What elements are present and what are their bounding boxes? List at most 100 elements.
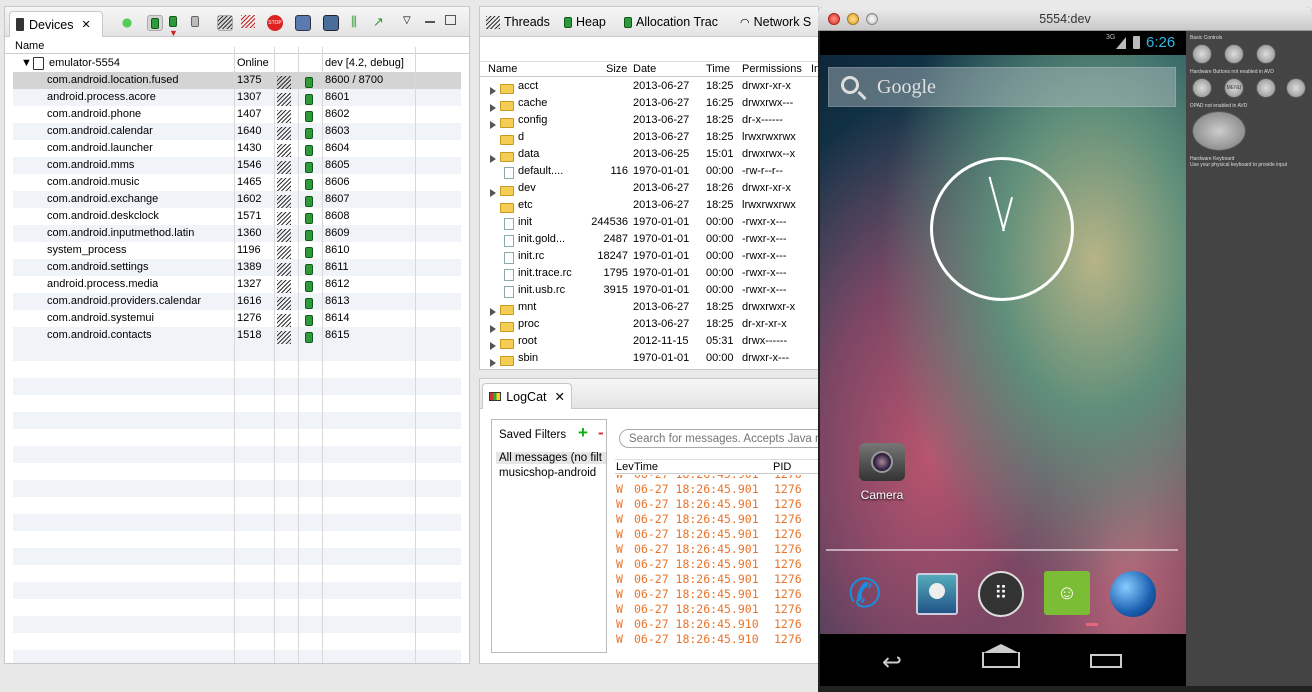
recents-icon[interactable] — [1090, 654, 1122, 668]
tab-heap[interactable]: Heap — [564, 15, 606, 29]
minimize-window-button[interactable] — [847, 13, 859, 25]
file-row[interactable]: dev 2013-06-27 18:26 drwxr-xr-x — [486, 180, 818, 198]
process-row[interactable]: com.android.music 1465 8606 — [13, 174, 461, 191]
process-row[interactable]: com.android.mms 1546 8605 — [13, 157, 461, 174]
dock-messaging-icon[interactable]: ☺ — [1044, 571, 1090, 615]
file-row[interactable]: init.rc 18247 1970-01-01 00:00 -rwxr-x--- — [486, 248, 818, 265]
dpad[interactable] — [1192, 111, 1246, 151]
power-button[interactable] — [1256, 44, 1276, 64]
process-row[interactable]: system_process 1196 8610 — [13, 242, 461, 259]
file-row[interactable]: init.trace.rc 1795 1970-01-01 00:00 -rwxr-x-… — [486, 265, 818, 282]
android-screen[interactable]: 3G 6:26 Google Camera ✆ ⠿ ☺ ↩ — [820, 31, 1186, 686]
log-time: 06-27 18:26:45.901 — [634, 557, 759, 571]
filter-item-musicshop[interactable]: musicshop-android — [496, 467, 606, 479]
close-icon[interactable]: ✕ — [555, 389, 565, 404]
process-row[interactable]: com.android.phone 1407 8602 — [13, 106, 461, 123]
close-window-button[interactable] — [828, 13, 840, 25]
back-button[interactable] — [1256, 78, 1276, 98]
zoom-window-button[interactable] — [866, 13, 878, 25]
debug-icon[interactable] — [119, 15, 135, 31]
dock-browser-icon[interactable] — [1110, 571, 1156, 617]
tab-allocation[interactable]: Allocation Trac — [624, 15, 718, 29]
systrace-icon[interactable] — [323, 15, 339, 31]
screen-capture-icon[interactable] — [295, 15, 311, 31]
automator-icon[interactable]: ↗ — [373, 15, 389, 31]
volume-up-button[interactable] — [1224, 44, 1244, 64]
file-time: 18:25 — [706, 199, 734, 211]
col-permissions[interactable]: Permissions — [742, 63, 802, 75]
tab-logcat[interactable]: LogCat ✕ — [482, 383, 572, 409]
analog-clock-widget[interactable] — [930, 157, 1074, 301]
dock-phone-icon[interactable]: ✆ — [848, 571, 894, 617]
search-button[interactable] — [1286, 78, 1306, 98]
tab-network[interactable]: ◠ Network S — [740, 15, 811, 29]
process-row[interactable]: com.android.deskclock 1571 8608 — [13, 208, 461, 225]
process-row[interactable]: android.process.media 1327 8612 — [13, 276, 461, 293]
file-row[interactable]: etc 2013-06-27 18:25 lrwxrwxrwx — [486, 197, 818, 214]
search-input[interactable] — [620, 430, 818, 447]
maximize-icon[interactable] — [445, 15, 461, 31]
file-row[interactable]: default.... 116 1970-01-01 00:00 -rw-r--r-- — [486, 163, 818, 180]
file-row[interactable]: proc 2013-06-27 18:25 dr-xr-xr-x — [486, 316, 818, 334]
file-row[interactable]: init 244536 1970-01-01 00:00 -rwxr-x--- — [486, 214, 818, 231]
process-row[interactable]: com.android.launcher 1430 8604 — [13, 140, 461, 157]
volume-down-button[interactable] — [1192, 44, 1212, 64]
google-label: Google — [877, 76, 936, 98]
gc-icon[interactable] — [191, 15, 207, 31]
method-profiling-icon[interactable] — [241, 15, 257, 31]
menu-button[interactable]: MENU — [1224, 78, 1244, 98]
dump-hprof-icon[interactable]: ▼ — [169, 15, 185, 38]
log-level: W — [616, 497, 623, 511]
camera-app-icon[interactable]: Camera — [854, 443, 910, 515]
update-heap-icon[interactable] — [147, 15, 163, 31]
process-row[interactable]: com.android.exchange 1602 8607 — [13, 191, 461, 208]
process-row[interactable]: com.android.systemui 1276 8614 — [13, 310, 461, 327]
back-icon[interactable]: ↩ — [882, 648, 902, 677]
home-icon[interactable] — [982, 652, 1020, 668]
process-row[interactable]: android.process.acore 1307 8601 — [13, 89, 461, 106]
minimize-icon[interactable] — [425, 15, 441, 31]
file-row[interactable]: config 2013-06-27 18:25 dr-x------ — [486, 112, 818, 130]
file-row[interactable]: root 2012-11-15 05:31 drwx------ — [486, 333, 818, 351]
google-search-bar[interactable]: Google — [828, 67, 1176, 107]
view-menu-icon[interactable]: ▽ — [403, 15, 419, 31]
tab-devices[interactable]: Devices ✕ — [9, 11, 103, 37]
col-pid[interactable]: PID — [773, 461, 791, 473]
file-row[interactable]: mnt 2013-06-27 18:25 drwxrwxr-x — [486, 299, 818, 317]
process-row[interactable]: com.android.inputmethod.latin 1360 8609 — [13, 225, 461, 242]
col-size[interactable]: Size — [606, 63, 627, 75]
file-row[interactable]: d 2013-06-27 18:25 lrwxrwxrwx — [486, 129, 818, 146]
tab-threads[interactable]: Threads — [486, 15, 550, 29]
app-drawer-icon[interactable]: ⠿ — [978, 571, 1024, 617]
col-time[interactable]: Time — [634, 461, 658, 473]
col-name[interactable]: Name — [488, 63, 517, 75]
hierarchy-icon[interactable]: ⫼ — [351, 15, 367, 31]
col-date[interactable]: Date — [633, 63, 656, 75]
col-level[interactable]: Lev — [616, 461, 634, 473]
process-row[interactable]: com.android.providers.calendar 1616 8613 — [13, 293, 461, 310]
filter-item-all[interactable]: All messages (no filt — [496, 452, 606, 464]
dock-contacts-icon[interactable] — [916, 573, 958, 615]
process-row[interactable]: com.android.location.fused 1375 8600 / 870… — [13, 72, 461, 89]
home-button[interactable] — [1192, 78, 1212, 98]
update-threads-icon[interactable] — [217, 15, 233, 31]
process-row[interactable]: com.android.settings 1389 8611 — [13, 259, 461, 276]
collapse-icon[interactable]: ▼ — [21, 55, 32, 72]
file-row[interactable]: data 2013-06-25 15:01 drwxrwx--x — [486, 146, 818, 164]
col-time[interactable]: Time — [706, 63, 730, 75]
remove-filter-icon[interactable]: - — [598, 423, 604, 443]
device-tree: ▼ emulator-5554 Online dev [4.2, debug] com.… — [13, 55, 461, 663]
file-row[interactable]: cache 2013-06-27 16:25 drwxrwx--- — [486, 95, 818, 113]
file-row[interactable]: sbin 1970-01-01 00:00 drwxr-x--- — [486, 350, 818, 369]
process-row[interactable]: com.android.contacts 1518 8615 — [13, 327, 461, 344]
add-filter-icon[interactable]: + — [578, 423, 588, 443]
file-row[interactable]: init.gold... 2487 1970-01-01 00:00 -rwxr-x--… — [486, 231, 818, 248]
file-row[interactable]: init.usb.rc 3915 1970-01-01 00:00 -rwxr-x--- — [486, 282, 818, 299]
expand-icon[interactable] — [490, 355, 496, 369]
log-time: 06-27 18:26:45.901 — [634, 572, 759, 586]
stop-icon[interactable]: STOP — [267, 15, 283, 31]
process-row[interactable]: com.android.calendar 1640 8603 — [13, 123, 461, 140]
close-icon[interactable]: ✕ — [81, 18, 90, 31]
file-row[interactable]: acct 2013-06-27 18:25 drwxr-xr-x — [486, 78, 818, 96]
device-row[interactable]: ▼ emulator-5554 Online dev [4.2, debug] — [13, 55, 461, 72]
